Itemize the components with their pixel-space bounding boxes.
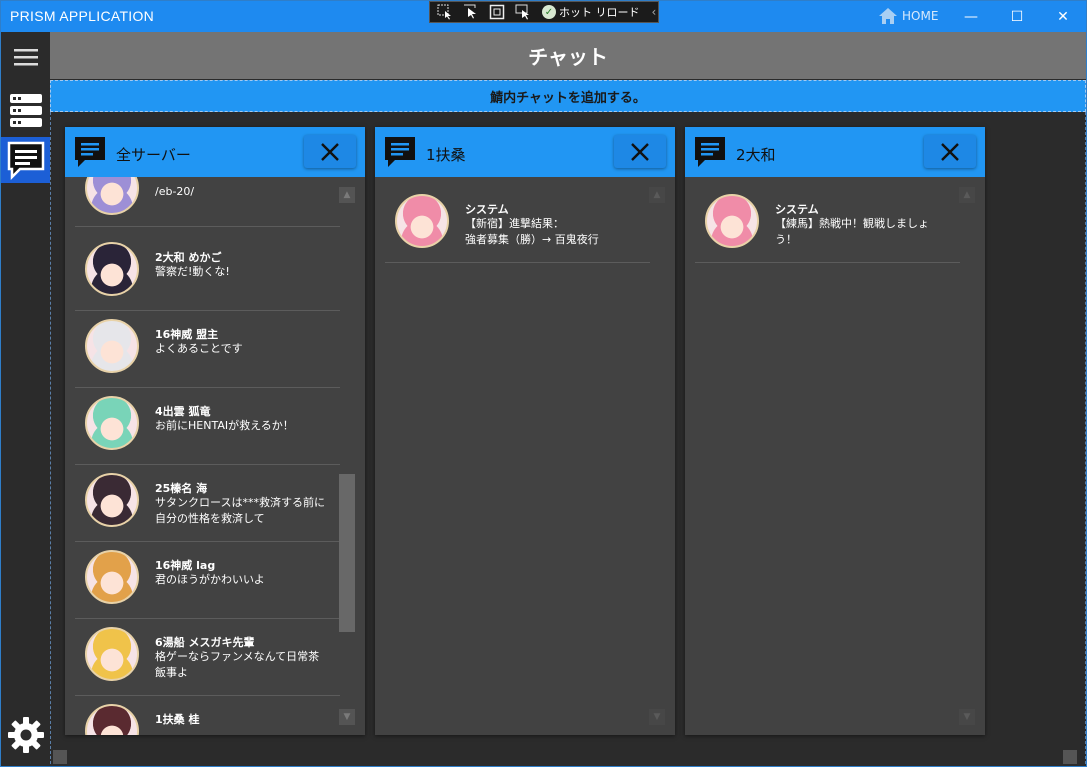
message-author: 4出雲 狐竜: [155, 405, 211, 418]
message-item: 4出雲 狐竜 お前にHENTAIが救えるか！: [75, 388, 340, 465]
nav-servers[interactable]: [1, 88, 50, 134]
page-header: チャット: [50, 32, 1086, 79]
message-text: 【練馬】熱戦中！観戦しましょう！: [775, 217, 929, 246]
message-text: /eb-20/: [155, 185, 195, 198]
message-item: 6湯船 メスガキ先輩 格ゲーならファンメなんて日常茶飯事よ: [75, 619, 340, 696]
scroll-up-button[interactable]: ▲: [649, 187, 665, 203]
message-list[interactable]: システム 【新宿】進撃結果： 強者募集（勝）→ 百鬼夜行: [385, 177, 650, 735]
nav-settings[interactable]: [1, 712, 50, 758]
track-focus-icon[interactable]: [512, 3, 534, 21]
chat-icon: [75, 137, 105, 167]
chat-panel-header: 2大和: [685, 127, 985, 177]
avatar: [85, 177, 139, 215]
close-icon: [631, 142, 649, 161]
layout-adorner-icon[interactable]: [486, 3, 508, 21]
chat-icon: [695, 137, 725, 167]
select-element-icon[interactable]: [434, 3, 456, 21]
scroll-down-button[interactable]: ▼: [649, 709, 665, 725]
message-text: お前にHENTAIが救えるか！: [155, 419, 294, 432]
hamburger-menu-icon: [13, 49, 38, 66]
message-item: システム 【練馬】熱戦中！観戦しましょう！: [695, 186, 960, 263]
message-list[interactable]: /eb-20/ 2大和 めかご 警察だ!動くな! 16神威 盟主 よくあることで…: [75, 177, 340, 735]
avatar: [85, 704, 139, 735]
message-author: 16神威 lag: [155, 559, 216, 572]
message-text: 【新宿】進撃結果： 強者募集（勝）→ 百鬼夜行: [465, 217, 599, 246]
avatar: [705, 194, 759, 248]
nav-chat[interactable]: [1, 137, 50, 183]
message-item: /eb-20/: [75, 177, 340, 227]
close-panel-button[interactable]: [614, 135, 666, 168]
minimize-button[interactable]: —: [948, 1, 994, 32]
message-item: システム 【新宿】進撃結果： 強者募集（勝）→ 百鬼夜行: [385, 186, 650, 263]
chat-panel-all-servers: 全サーバー /eb-20/ 2大和 めかご 警察だ!動くな! 16神威 盟主 よ…: [65, 127, 365, 735]
message-author: 6湯船 メスガキ先輩: [155, 636, 255, 649]
hot-reload-label: ホット リロード: [559, 6, 640, 19]
chat-panel-header: 全サーバー: [65, 127, 365, 177]
message-item: 25榛名 海 サタンクロースは***救済する前に自分の性格を救済して: [75, 465, 340, 542]
avatar: [85, 473, 139, 527]
scroll-up-button[interactable]: ▲: [959, 187, 975, 203]
horizontal-scroll-right-button[interactable]: [1063, 750, 1077, 764]
scrollbar-thumb[interactable]: [339, 474, 355, 633]
message-author: 2大和 めかご: [155, 251, 222, 264]
message-item: 16神威 lag 君のほうがかわいいよ: [75, 542, 340, 619]
horizontal-scroll-left-button[interactable]: [53, 750, 67, 764]
collapse-toolbar-icon[interactable]: ‹: [652, 5, 657, 19]
home-button[interactable]: HOME: [878, 7, 938, 25]
home-label: HOME: [902, 9, 939, 23]
chat-panel-title: 2大和: [736, 146, 776, 164]
chat-panel-title: 1扶桑: [426, 146, 466, 164]
message-author: 1扶桑 桂: [155, 713, 200, 726]
message-text: 警察だ!動くな!: [155, 265, 230, 278]
avatar: [85, 396, 139, 450]
menu-button[interactable]: [1, 34, 50, 80]
message-text: サタンクロースは***救済する前に自分の性格を救済して: [155, 496, 325, 525]
scroll-down-button[interactable]: ▼: [339, 709, 355, 725]
close-panel-button[interactable]: [924, 135, 976, 168]
close-window-button[interactable]: ✕: [1040, 1, 1086, 32]
add-server-chat-button[interactable]: 鯖内チャットを追加する。: [50, 80, 1086, 112]
avatar: [85, 627, 139, 681]
hot-reload-status[interactable]: ✓ ホット リロード: [542, 4, 640, 20]
message-text: よくあることです: [155, 342, 243, 355]
message-author: 25榛名 海: [155, 482, 208, 495]
cursor-icon[interactable]: [460, 3, 482, 21]
chat-panel-yamato: 2大和 システム 【練馬】熱戦中！観戦しましょう！ ▲ ▼: [685, 127, 985, 735]
home-icon: [879, 8, 897, 24]
app-title: PRISM APPLICATION: [10, 8, 155, 24]
chat-panel-header: 1扶桑: [375, 127, 675, 177]
title-bar[interactable]: PRISM APPLICATION ✓ ホット リロード ‹ HOME — ☐ …: [1, 1, 1086, 32]
chat-panel-fuso: 1扶桑 システム 【新宿】進撃結果： 強者募集（勝）→ 百鬼夜行 ▲ ▼: [375, 127, 675, 735]
message-item: 1扶桑 桂: [75, 696, 340, 735]
add-server-chat-label: 鯖内チャットを追加する。: [490, 90, 646, 106]
message-item: 16神威 盟主 よくあることです: [75, 311, 340, 388]
chat-panel-title: 全サーバー: [116, 146, 191, 164]
message-text: 格ゲーならファンメなんて日常茶飯事よ: [155, 650, 320, 679]
close-icon: [941, 142, 959, 161]
settings-gear-icon: [7, 717, 44, 753]
close-panel-button[interactable]: [304, 135, 356, 168]
message-item: 2大和 めかご 警察だ!動くな!: [75, 234, 340, 311]
avatar: [85, 550, 139, 604]
chat-icon: [7, 141, 44, 180]
server-list-icon: [9, 94, 42, 127]
message-text: 君のほうがかわいいよ: [155, 573, 265, 586]
nav-rail: [1, 32, 50, 766]
message-author: システム: [465, 203, 509, 216]
avatar: [85, 319, 139, 373]
message-list[interactable]: システム 【練馬】熱戦中！観戦しましょう！: [695, 177, 960, 735]
page-title: チャット: [528, 45, 608, 69]
xaml-debug-toolbar: ✓ ホット リロード ‹: [429, 1, 659, 23]
avatar: [395, 194, 449, 248]
avatar: [85, 242, 139, 296]
message-author: 16神威 盟主: [155, 328, 219, 341]
chat-icon: [385, 137, 415, 167]
scroll-down-button[interactable]: ▼: [959, 709, 975, 725]
message-author: システム: [775, 203, 819, 216]
close-icon: [321, 142, 339, 161]
check-circle-icon: ✓: [542, 5, 556, 19]
app-window: PRISM APPLICATION ✓ ホット リロード ‹ HOME — ☐ …: [0, 0, 1087, 767]
scroll-up-button[interactable]: ▲: [339, 187, 355, 203]
maximize-button[interactable]: ☐: [994, 1, 1040, 32]
